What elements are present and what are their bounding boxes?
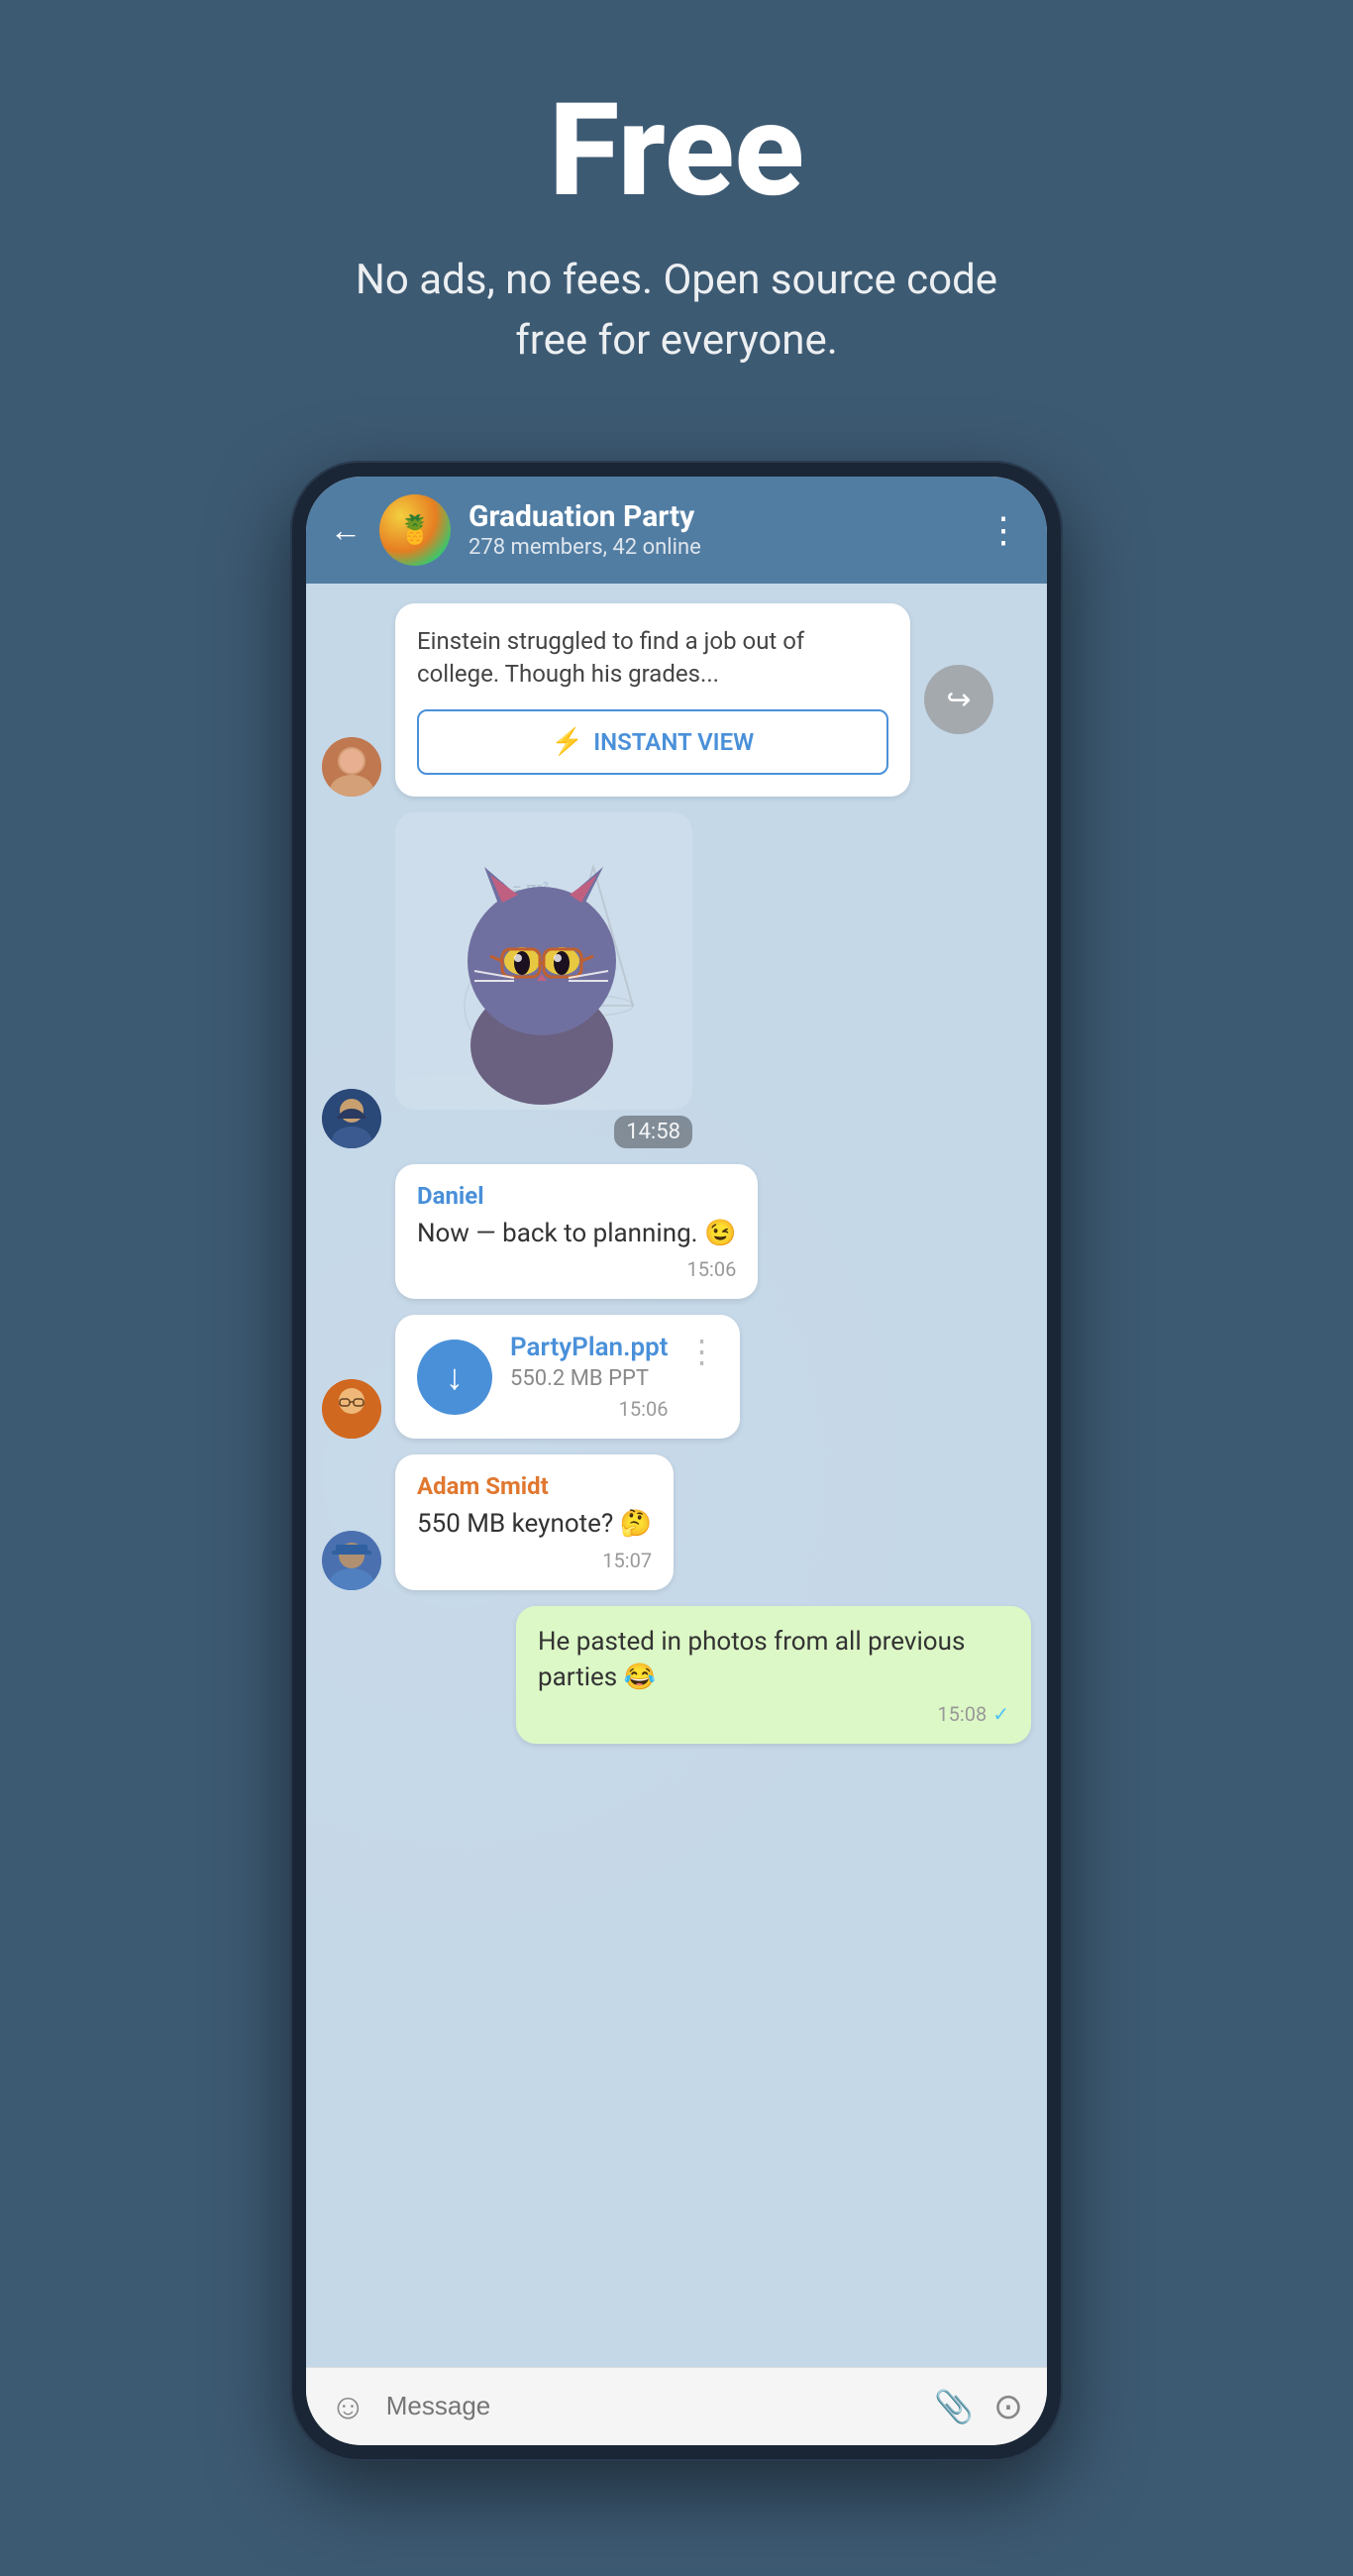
message-row-sticker: A = πr² V = l³ P = 2πr A = πr² s = √(r²+…: [322, 812, 1031, 1148]
more-button[interactable]: ⋮: [986, 509, 1023, 551]
message-text-self: He pasted in photos from all previous pa…: [538, 1624, 1009, 1696]
file-name: PartyPlan.ppt: [510, 1333, 668, 1362]
lightning-icon: ⚡: [552, 727, 583, 757]
chat-body: Einstein struggled to find a job out of …: [306, 584, 1047, 2367]
message-bubble-adam: Adam Smidt 550 MB keynote? 🤔 15:07: [395, 1454, 674, 1589]
hero-subtitle: No ads, no fees. Open source code free f…: [320, 251, 1033, 372]
message-input-bar: ☺ 📎 ⊙: [306, 2367, 1047, 2445]
message-row-daniel: Daniel Now — back to planning. 😉 15:06: [322, 1164, 1031, 1299]
phone-mockup: ← 🍍 Graduation Party 278 members, 42 onl…: [290, 461, 1063, 2461]
avatar-hat: [322, 1531, 381, 1590]
message-bubble-self: He pasted in photos from all previous pa…: [516, 1606, 1031, 1744]
iv-article-text: Einstein struggled to find a job out of …: [417, 625, 888, 692]
file-more-button[interactable]: ⋮: [685, 1333, 718, 1370]
message-text-adam: 550 MB keynote? 🤔: [417, 1506, 652, 1542]
avatar-glasses: [322, 1379, 381, 1439]
message-row-adam: Adam Smidt 550 MB keynote? 🤔 15:07: [322, 1454, 1031, 1589]
message-sender-adam: Adam Smidt: [417, 1472, 652, 1500]
message-time-daniel: 15:06: [417, 1257, 736, 1281]
sticker-time: 14:58: [614, 1116, 692, 1148]
cat-sticker-svg: [395, 812, 692, 1110]
message-bubble-daniel: Daniel Now — back to planning. 😉 15:06: [395, 1164, 758, 1299]
hero-section: Free No ads, no fees. Open source code f…: [0, 0, 1353, 421]
file-size: 550.2 MB PPT: [510, 1366, 668, 1391]
file-info: PartyPlan.ppt 550.2 MB PPT 15:06: [510, 1333, 668, 1421]
avatar-hoodie: [322, 1089, 381, 1148]
sticker-bubble: A = πr² V = l³ P = 2πr A = πr² s = √(r²+…: [395, 812, 692, 1148]
message-row-file: ↓ PartyPlan.ppt 550.2 MB PPT 15:06 ⋮: [322, 1315, 1031, 1439]
avatar-girl: [322, 737, 381, 797]
group-meta: 278 members, 42 online: [468, 535, 968, 560]
message-row-iv: Einstein struggled to find a job out of …: [322, 603, 1031, 797]
group-avatar-inner: 🍍: [379, 494, 451, 566]
group-avatar: 🍍: [379, 494, 451, 566]
instant-view-label: INSTANT VIEW: [593, 728, 754, 756]
file-bubble: ↓ PartyPlan.ppt 550.2 MB PPT 15:06 ⋮: [395, 1315, 740, 1439]
check-mark: ✓: [992, 1702, 1009, 1726]
file-time: 15:06: [510, 1397, 668, 1421]
emoji-button[interactable]: ☺: [330, 2386, 366, 2427]
message-row-self: He pasted in photos from all previous pa…: [322, 1606, 1031, 1744]
attach-button[interactable]: 📎: [934, 2388, 974, 2425]
iv-card: Einstein struggled to find a job out of …: [395, 603, 910, 797]
hero-title: Free: [40, 79, 1313, 221]
message-text-daniel: Now — back to planning. 😉: [417, 1216, 736, 1251]
message-time-self: 15:08 ✓: [538, 1702, 1009, 1726]
message-input[interactable]: [386, 2391, 914, 2421]
group-name: Graduation Party: [468, 499, 968, 535]
sticker-image: A = πr² V = l³ P = 2πr A = πr² s = √(r²+…: [395, 812, 692, 1110]
phone-outer: ← 🍍 Graduation Party 278 members, 42 onl…: [290, 461, 1063, 2461]
chat-header: ← 🍍 Graduation Party 278 members, 42 onl…: [306, 477, 1047, 584]
phone-screen: ← 🍍 Graduation Party 278 members, 42 onl…: [306, 477, 1047, 2445]
file-download-button[interactable]: ↓: [417, 1340, 492, 1415]
forward-button[interactable]: ↪: [924, 665, 993, 734]
back-button[interactable]: ←: [330, 514, 362, 546]
instant-view-button[interactable]: ⚡ INSTANT VIEW: [417, 709, 888, 775]
message-time-adam: 15:07: [417, 1549, 652, 1572]
chat-info: Graduation Party 278 members, 42 online: [468, 499, 968, 560]
camera-button[interactable]: ⊙: [993, 2386, 1023, 2427]
message-sender-daniel: Daniel: [417, 1182, 736, 1210]
